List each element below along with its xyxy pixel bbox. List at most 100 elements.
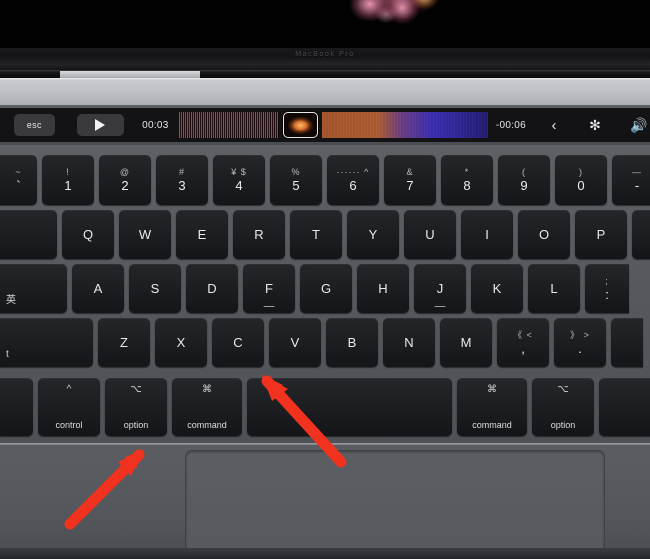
key-k[interactable]: K — [471, 264, 523, 313]
key-1[interactable]: ! 1 — [42, 155, 94, 205]
key-g[interactable]: G — [300, 264, 352, 313]
key-lower-5: 5 — [292, 178, 300, 193]
key-i[interactable]: I — [461, 210, 513, 259]
key-w[interactable]: W — [119, 210, 171, 259]
key-symbol-command-right: ⌘ — [487, 384, 497, 395]
key-label-a: A — [93, 281, 103, 296]
key-caps-lock[interactable]: 英 — [0, 264, 67, 313]
key-control[interactable]: ^ control — [38, 378, 100, 436]
key-bracket-left[interactable] — [632, 210, 650, 259]
key-9[interactable]: (9 — [498, 155, 550, 205]
key-z[interactable]: Z — [98, 318, 150, 367]
laptop-display — [0, 0, 650, 48]
touch-bar-scrubber-thumbnail[interactable] — [282, 112, 319, 138]
key-label-b: B — [347, 335, 357, 350]
key-upper-4: ¥ $ — [231, 167, 247, 177]
key-p[interactable]: P — [575, 210, 627, 259]
key-slash[interactable] — [611, 318, 643, 367]
key-v[interactable]: V — [269, 318, 321, 367]
key-b[interactable]: B — [326, 318, 378, 367]
key-semicolon[interactable]: ;: — [585, 264, 629, 313]
touch-bar-elapsed-time: 00:03 — [142, 119, 169, 131]
key-y[interactable]: Y — [347, 210, 399, 259]
key-lower-4: 4 — [235, 178, 243, 193]
key-n[interactable]: N — [383, 318, 435, 367]
key-label-u: U — [425, 227, 435, 242]
key-u[interactable]: U — [404, 210, 456, 259]
touch-bar[interactable]: esc 00:03 -00:06 ‹ ✻ 🔊 — [0, 108, 650, 142]
volume-icon[interactable]: 🔊 — [628, 118, 650, 132]
key-lower-6: 6 — [349, 178, 357, 193]
key-0[interactable]: ) 0 — [555, 155, 607, 205]
key-2[interactable]: @2 — [99, 155, 151, 205]
key-command-right[interactable]: ⌘ command — [457, 378, 527, 436]
key-s[interactable]: S — [129, 264, 181, 313]
key-l[interactable]: L — [528, 264, 580, 313]
brightness-icon[interactable]: ✻ — [584, 118, 606, 132]
key-f[interactable]: F — [243, 264, 295, 313]
key-space[interactable] — [247, 378, 452, 436]
key-label-k: K — [492, 281, 502, 296]
key-c[interactable]: C — [212, 318, 264, 367]
key-label-e: E — [197, 227, 207, 242]
key-q[interactable]: Q — [62, 210, 114, 259]
key-label-c: C — [233, 335, 243, 350]
key-symbol-option-right: ⌥ — [557, 384, 569, 395]
key-h[interactable]: H — [357, 264, 409, 313]
key-label-v: V — [290, 335, 300, 350]
key-minus[interactable]: — - — [612, 155, 650, 205]
key-comma[interactable]: 《 <, — [497, 318, 549, 367]
key-lower-9: 9 — [520, 178, 528, 193]
key-label-h: H — [378, 281, 388, 296]
key-tab[interactable] — [0, 210, 57, 259]
key-lower-2: 2 — [121, 178, 129, 193]
key-x[interactable]: X — [155, 318, 207, 367]
key-lower-3: 3 — [178, 178, 186, 193]
key-8[interactable]: * 8 — [441, 155, 493, 205]
chevron-left-icon[interactable]: ‹ — [544, 118, 564, 133]
key-label-f: F — [265, 281, 273, 296]
chassis-bottom-edge — [0, 548, 650, 559]
key-5[interactable]: % 5 — [270, 155, 322, 205]
touch-bar-remaining-time: -00:06 — [495, 119, 526, 131]
key-r[interactable]: R — [233, 210, 285, 259]
touch-bar-waveform-left[interactable] — [178, 112, 279, 138]
touch-bar-esc-button[interactable]: esc — [14, 114, 55, 136]
key-m[interactable]: M — [440, 318, 492, 367]
key-e[interactable]: E — [176, 210, 228, 259]
key-label-command-left: command — [187, 420, 227, 430]
key-option-right[interactable]: ⌥ option — [532, 378, 594, 436]
key-period[interactable]: 》 >. — [554, 318, 606, 367]
key-shift-left[interactable]: t — [0, 318, 93, 367]
key-a[interactable]: A — [72, 264, 124, 313]
key-3[interactable]: #3 — [156, 155, 208, 205]
trackpad[interactable] — [185, 450, 605, 554]
key-arrow-cluster[interactable] — [599, 378, 650, 436]
key-backtick[interactable]: ~ ` — [0, 155, 37, 205]
key-label-x: X — [176, 335, 186, 350]
key-label-o: O — [538, 227, 550, 242]
key-6[interactable]: ······ ^ 6 — [327, 155, 379, 205]
key-label-q: Q — [82, 227, 94, 242]
key-7[interactable]: & 7 — [384, 155, 436, 205]
key-4[interactable]: ¥ $4 — [213, 155, 265, 205]
macbook-pro-device: MacBook Pro esc 00:03 -00:06 ‹ ✻ 🔊 ~ `! 1 @… — [0, 0, 650, 559]
play-icon — [95, 119, 106, 131]
keyboard-row-modifier-row: ^ control ⌥ option ⌘ command ⌘ command ⌥ option — [0, 378, 650, 436]
key-fn[interactable] — [0, 378, 33, 436]
key-j[interactable]: J — [414, 264, 466, 313]
touch-bar-play-button[interactable] — [76, 114, 125, 136]
key-label-y: Y — [368, 227, 378, 242]
key-t[interactable]: T — [290, 210, 342, 259]
key-option-left[interactable]: ⌥ option — [105, 378, 167, 436]
key-label-t: T — [312, 227, 320, 242]
key-upper-7: & — [406, 167, 414, 177]
key-upper-3: # — [178, 167, 185, 177]
waveform-segment-after[interactable] — [322, 112, 488, 138]
key-label-control: control — [55, 420, 83, 430]
key-label-d: D — [207, 281, 217, 296]
key-o[interactable]: O — [518, 210, 570, 259]
key-command-left[interactable]: ⌘ command — [172, 378, 242, 436]
key-d[interactable]: D — [186, 264, 238, 313]
key-symbol-control: ^ — [66, 384, 72, 395]
